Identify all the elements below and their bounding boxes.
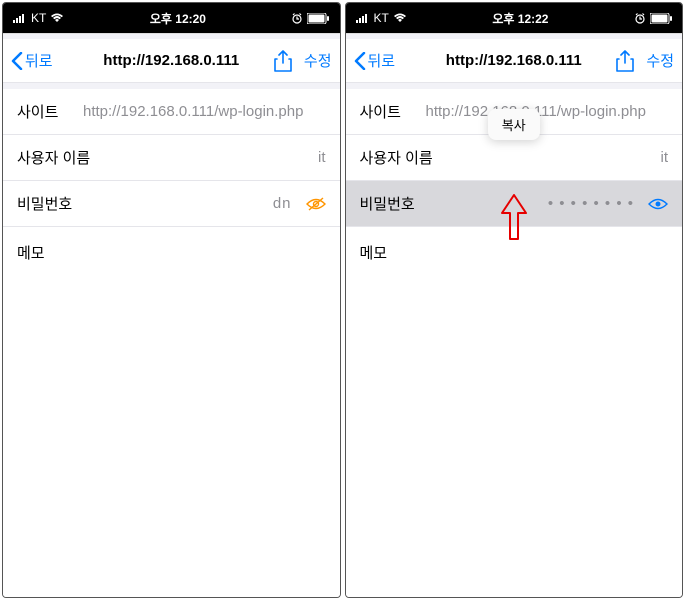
- username-value: it: [433, 149, 668, 166]
- username-label: 사용자 이름: [17, 147, 90, 168]
- battery-icon: [650, 13, 672, 24]
- share-icon: [616, 50, 634, 72]
- alarm-icon: [291, 12, 303, 24]
- memo-row[interactable]: 메모: [346, 227, 683, 277]
- details-list: 사이트 http://192.168.0.111/wp-login.php 사용…: [346, 89, 683, 597]
- memo-label: 메모: [17, 242, 45, 263]
- status-time: 오후 12:20: [150, 10, 206, 27]
- back-label: 뒤로: [368, 50, 396, 71]
- share-button[interactable]: [616, 50, 634, 72]
- site-label: 사이트: [360, 101, 418, 122]
- copy-popover[interactable]: 복사: [488, 109, 540, 140]
- back-label: 뒤로: [25, 50, 53, 71]
- phone-screen-left: KT 오후 12:20 뒤로 http://192.168.0.111 수정: [2, 2, 341, 598]
- back-button[interactable]: 뒤로: [354, 50, 396, 71]
- nav-bar: 뒤로 http://192.168.0.111 수정: [3, 39, 340, 83]
- chevron-left-icon: [354, 52, 366, 70]
- share-icon: [274, 50, 292, 72]
- signal-icon: [13, 14, 27, 23]
- status-time: 오후 12:22: [492, 10, 548, 27]
- site-label: 사이트: [17, 101, 75, 122]
- memo-label: 메모: [360, 242, 388, 263]
- password-row[interactable]: 비밀번호 dn: [3, 181, 340, 227]
- username-row[interactable]: 사용자 이름 it: [3, 135, 340, 181]
- status-bar: KT 오후 12:22: [346, 3, 683, 33]
- site-row[interactable]: 사이트 http://192.168.0.111/wp-login.php: [3, 89, 340, 135]
- signal-icon: [356, 14, 370, 23]
- share-button[interactable]: [274, 50, 292, 72]
- password-row[interactable]: 비밀번호 • • • • • • • •: [346, 181, 683, 227]
- nav-bar: 뒤로 http://192.168.0.111 수정: [346, 39, 683, 83]
- page-title: http://192.168.0.111: [103, 52, 239, 69]
- battery-icon: [307, 13, 329, 24]
- password-value: dn: [72, 195, 299, 212]
- copy-label: 복사: [502, 118, 526, 133]
- username-label: 사용자 이름: [360, 147, 433, 168]
- edit-button[interactable]: 수정: [304, 50, 332, 71]
- status-bar: KT 오후 12:20: [3, 3, 340, 33]
- details-list: 사이트 http://192.168.0.111/wp-login.php 사용…: [3, 89, 340, 597]
- alarm-icon: [634, 12, 646, 24]
- wifi-icon: [393, 13, 407, 23]
- username-value: it: [90, 149, 325, 166]
- memo-row[interactable]: 메모: [3, 227, 340, 277]
- page-title: http://192.168.0.111: [446, 52, 582, 69]
- wifi-icon: [50, 13, 64, 23]
- phone-screen-right: KT 오후 12:22 뒤로 http://192.168.0.111 수정: [345, 2, 684, 598]
- back-button[interactable]: 뒤로: [11, 50, 53, 71]
- password-value: • • • • • • • •: [415, 195, 642, 212]
- site-value: http://192.168.0.111/wp-login.php: [83, 103, 326, 120]
- username-row[interactable]: 사용자 이름 it 복사: [346, 135, 683, 181]
- eye-icon[interactable]: [648, 197, 668, 211]
- chevron-left-icon: [11, 52, 23, 70]
- carrier-label: KT: [31, 11, 46, 25]
- edit-button[interactable]: 수정: [646, 50, 674, 71]
- site-value: http://192.168.0.111/wp-login.php: [426, 103, 669, 120]
- password-label: 비밀번호: [17, 193, 72, 214]
- carrier-label: KT: [374, 11, 389, 25]
- eye-hidden-icon[interactable]: [306, 197, 326, 211]
- password-label: 비밀번호: [360, 193, 415, 214]
